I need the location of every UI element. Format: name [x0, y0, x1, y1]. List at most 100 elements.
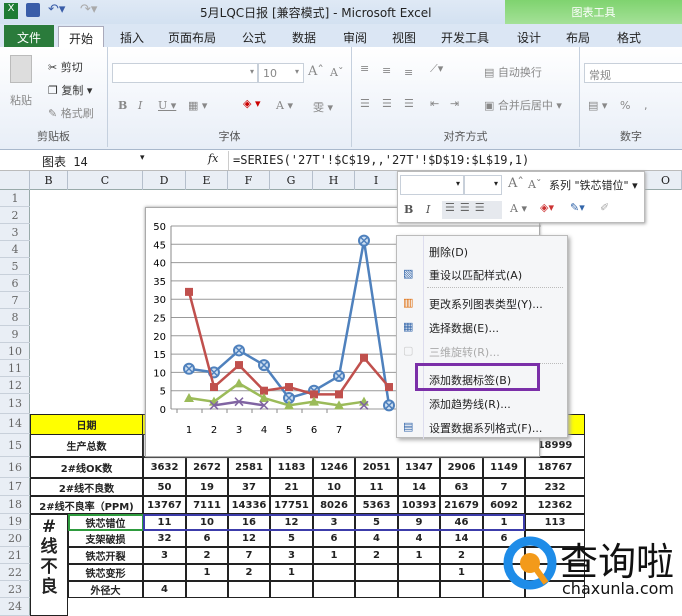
- mini-align-buttons[interactable]: ☰☰☰: [442, 201, 502, 219]
- font-size-select[interactable]: 10 ▾: [258, 63, 304, 83]
- tab-developer[interactable]: 开发工具: [441, 29, 489, 46]
- name-box[interactable]: 图表 14: [0, 151, 150, 170]
- tab-page-layout[interactable]: 页面布局: [168, 29, 216, 46]
- data-cell[interactable]: 19: [186, 478, 228, 496]
- column-header-f[interactable]: F: [228, 171, 270, 190]
- data-cell[interactable]: 10393: [398, 496, 440, 514]
- data-cell[interactable]: 1: [398, 547, 440, 564]
- row-header[interactable]: 2: [0, 207, 30, 224]
- row-header[interactable]: 11: [0, 360, 30, 377]
- tab-review[interactable]: 审阅: [343, 29, 367, 46]
- comma-button[interactable]: ,: [644, 99, 648, 112]
- total-cell[interactable]: 12362: [525, 496, 585, 514]
- tab-formulas[interactable]: 公式: [242, 29, 266, 46]
- tab-layout[interactable]: 布局: [566, 29, 590, 46]
- number-format-select[interactable]: 常规: [584, 63, 682, 83]
- mini-size-select[interactable]: ▾: [464, 175, 502, 195]
- date-header-cell[interactable]: 日期: [30, 414, 143, 435]
- data-cell[interactable]: 63: [440, 478, 483, 496]
- data-cell[interactable]: 21: [270, 478, 313, 496]
- data-cell[interactable]: 32: [143, 530, 186, 547]
- undo-icon[interactable]: ↶▾: [48, 2, 65, 17]
- data-cell[interactable]: 12: [228, 530, 270, 547]
- data-cell[interactable]: 2581: [228, 457, 270, 478]
- row-label-cell[interactable]: 2#线不良数: [30, 478, 143, 496]
- data-cell[interactable]: 50: [143, 478, 186, 496]
- paste-button[interactable]: 粘贴: [10, 92, 32, 108]
- row-header[interactable]: 21: [0, 547, 30, 564]
- mini-shrink-font-icon[interactable]: Aˇ: [528, 178, 541, 191]
- italic-icon[interactable]: I: [138, 99, 142, 112]
- row-header[interactable]: 13: [0, 394, 30, 414]
- border-icon[interactable]: ▦ ▾: [188, 99, 207, 112]
- row-header[interactable]: 18: [0, 496, 30, 514]
- phonetic-icon[interactable]: 雯 ▾: [313, 99, 333, 115]
- data-cell[interactable]: 17751: [270, 496, 313, 514]
- column-header-g[interactable]: G: [270, 171, 313, 190]
- formula-input[interactable]: =SERIES('27T'!$C$19,,'27T'!$D$19:$L$19,1…: [228, 151, 682, 170]
- tab-format[interactable]: 格式: [617, 29, 641, 46]
- row-label-cell[interactable]: 2#线不良率（PPM): [30, 496, 143, 514]
- data-cell[interactable]: 5363: [355, 496, 398, 514]
- data-cell[interactable]: 14: [398, 478, 440, 496]
- tab-data[interactable]: 数据: [292, 29, 316, 46]
- copy-button[interactable]: ❐ 复制 ▾: [48, 82, 92, 98]
- data-cell[interactable]: 10: [313, 478, 355, 496]
- mini-bold-button[interactable]: B: [404, 203, 413, 216]
- row-header[interactable]: 16: [0, 457, 30, 478]
- data-cell[interactable]: 2: [440, 547, 483, 564]
- row-header[interactable]: 12: [0, 377, 30, 394]
- data-cell[interactable]: 1149: [483, 457, 525, 478]
- format-painter-button[interactable]: ✎ 格式刷: [48, 105, 94, 121]
- data-cell[interactable]: 6: [313, 530, 355, 547]
- row-header[interactable]: 20: [0, 530, 30, 547]
- cut-button[interactable]: ✂ 剪切: [48, 59, 83, 75]
- column-header-h[interactable]: H: [313, 171, 355, 190]
- defect-label-cell[interactable]: 铁芯变形: [68, 564, 143, 581]
- defect-group-cell[interactable]: # 线 不 良: [30, 514, 68, 616]
- data-cell[interactable]: 1347: [398, 457, 440, 478]
- bold-icon[interactable]: B: [118, 99, 127, 112]
- data-cell[interactable]: 21679: [440, 496, 483, 514]
- data-cell[interactable]: [143, 564, 186, 581]
- row-header[interactable]: 15: [0, 434, 30, 457]
- column-header-d[interactable]: D: [143, 171, 186, 190]
- tab-view[interactable]: 视图: [392, 29, 416, 46]
- data-cell[interactable]: 3632: [143, 457, 186, 478]
- data-cell[interactable]: [440, 581, 483, 598]
- align-center-icon[interactable]: ☰: [382, 97, 392, 110]
- data-cell[interactable]: [355, 581, 398, 598]
- data-cell[interactable]: [313, 581, 355, 598]
- data-cell[interactable]: 7111: [186, 496, 228, 514]
- data-cell[interactable]: 2672: [186, 457, 228, 478]
- orientation-icon[interactable]: ⟋▾: [430, 62, 443, 76]
- merge-center-button[interactable]: ▣ 合并后居中 ▾: [484, 97, 562, 113]
- underline-icon[interactable]: U ▾: [158, 99, 176, 112]
- align-left-icon[interactable]: ☰: [360, 97, 370, 110]
- data-cell[interactable]: 8026: [313, 496, 355, 514]
- mini-font-select[interactable]: ▾: [400, 175, 464, 195]
- row-header[interactable]: 5: [0, 258, 30, 275]
- data-cell[interactable]: 2906: [440, 457, 483, 478]
- data-cell[interactable]: [355, 564, 398, 581]
- paste-icon[interactable]: [10, 55, 32, 83]
- data-cell[interactable]: 7: [483, 478, 525, 496]
- insert-function-button[interactable]: fx: [208, 152, 218, 165]
- row-header[interactable]: 1: [0, 190, 30, 207]
- save-icon[interactable]: [26, 3, 40, 17]
- mini-grow-font-icon[interactable]: Aˆ: [508, 176, 524, 191]
- row-header[interactable]: 14: [0, 414, 30, 434]
- data-cell[interactable]: 1183: [270, 457, 313, 478]
- shrink-font-icon[interactable]: Aˇ: [330, 66, 343, 79]
- menu-item-delete[interactable]: 删除(D): [429, 244, 468, 260]
- data-cell[interactable]: 5: [270, 530, 313, 547]
- row-label-cell[interactable]: 2#线OK数: [30, 457, 143, 478]
- row-header[interactable]: 24: [0, 598, 30, 616]
- data-cell[interactable]: 6092: [483, 496, 525, 514]
- column-header-e[interactable]: E: [186, 171, 228, 190]
- data-cell[interactable]: 14: [440, 530, 483, 547]
- data-cell[interactable]: 4: [398, 530, 440, 547]
- row-header[interactable]: 17: [0, 478, 30, 496]
- defect-label-cell[interactable]: 外径大: [68, 581, 143, 598]
- mini-fill-icon[interactable]: ◈▾: [540, 201, 554, 214]
